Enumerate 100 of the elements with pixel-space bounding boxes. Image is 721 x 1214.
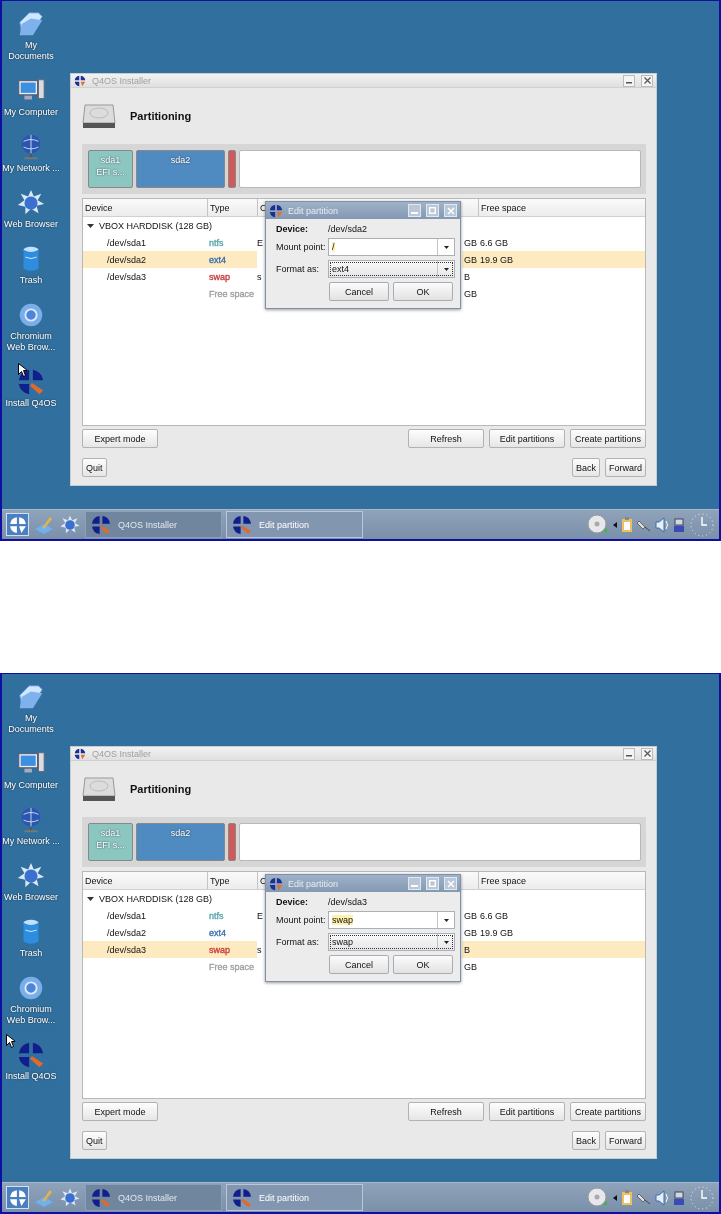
- minimize-icon: [411, 885, 418, 887]
- icon-label[interactable]: Install Q4OS: [2, 1071, 60, 1082]
- table-cell-text: E: [257, 236, 263, 250]
- logo-icon: [269, 203, 283, 218]
- icon-label[interactable]: Trash: [2, 275, 60, 286]
- logo-icon[interactable]: [16, 367, 46, 397]
- column-header[interactable]: Device: [83, 199, 207, 216]
- action-button[interactable]: Create partitions: [569, 429, 646, 448]
- column-header[interactable]: Free space: [478, 872, 645, 889]
- tray-arrow-icon[interactable]: [613, 1194, 617, 1201]
- speaker-icon[interactable]: [655, 516, 669, 533]
- icon-label[interactable]: Install Q4OS: [2, 398, 60, 409]
- close-icon: [643, 750, 651, 757]
- action-button[interactable]: Refresh: [407, 429, 484, 448]
- dialog-button[interactable]: OK: [393, 282, 453, 301]
- field-label: Mount point:: [276, 242, 327, 252]
- nav-button[interactable]: Forward: [605, 458, 646, 477]
- minimize-button[interactable]: [623, 747, 635, 760]
- action-button[interactable]: Refresh: [407, 1102, 484, 1121]
- close-button[interactable]: [641, 747, 653, 760]
- clipboard-icon[interactable]: [621, 516, 633, 533]
- page-heading: Partitioning: [130, 783, 192, 795]
- device-cell[interactable]: /dev/sda1: [83, 234, 207, 251]
- format-combo[interactable]: ext4: [328, 260, 455, 278]
- nav-button[interactable]: Back: [571, 1131, 600, 1150]
- dropdown-arrow-icon: [442, 939, 450, 945]
- icon-label[interactable]: My Computer: [2, 107, 60, 118]
- start-button[interactable]: [6, 513, 29, 536]
- icon-label[interactable]: Trash: [2, 948, 60, 959]
- clipboard-icon[interactable]: [621, 1189, 633, 1206]
- action-button[interactable]: Create partitions: [569, 1102, 646, 1121]
- expand-arrow-icon[interactable]: [87, 222, 94, 229]
- expand-arrow-icon[interactable]: [87, 895, 94, 902]
- disk-label[interactable]: VBOX HARDDISK (128 GB): [99, 220, 213, 231]
- clock-icon[interactable]: [689, 511, 715, 538]
- logo-icon: [8, 1188, 27, 1207]
- quit-button[interactable]: Quit: [82, 1131, 107, 1150]
- mount-point-combo[interactable]: /: [328, 238, 455, 256]
- table-cell-text: 19.9 GB: [479, 926, 515, 940]
- table-cell-text: ext4: [208, 926, 227, 940]
- table-cell-text: ntfs: [208, 909, 225, 923]
- maximize-icon: [429, 207, 436, 214]
- icon-label[interactable]: My Documents: [2, 40, 60, 62]
- column-header[interactable]: Free space: [478, 199, 645, 216]
- partition-label: EFI s...: [96, 839, 125, 851]
- device-cell[interactable]: /dev/sda2: [83, 251, 207, 268]
- nav-button[interactable]: Forward: [605, 1131, 646, 1150]
- expert-mode-button[interactable]: Expert mode: [82, 1102, 158, 1121]
- dialog-button[interactable]: Cancel: [329, 955, 389, 974]
- format-combo[interactable]: swap: [328, 933, 455, 951]
- column-header[interactable]: Type: [207, 872, 257, 889]
- network-icon[interactable]: [673, 516, 685, 533]
- action-button[interactable]: Edit partitions: [488, 1102, 565, 1121]
- clock-icon[interactable]: [689, 1184, 715, 1211]
- close-icon: [446, 879, 455, 888]
- device-cell[interactable]: /dev/sda3: [83, 941, 207, 958]
- partition-segment[interactable]: sda2: [136, 150, 225, 188]
- mount-point-combo[interactable]: swap: [328, 911, 455, 929]
- column-header[interactable]: Type: [207, 199, 257, 216]
- logo-icon: [90, 513, 112, 536]
- quit-button[interactable]: Quit: [82, 458, 107, 477]
- table-cell-text: GB: [463, 960, 478, 974]
- icon-label[interactable]: Web Browser: [2, 892, 60, 903]
- dialog-button[interactable]: OK: [393, 955, 453, 974]
- table-cell-text: swap: [208, 270, 231, 284]
- dropdown-arrow-icon: [442, 244, 450, 250]
- logo-icon: [269, 876, 283, 891]
- icon-label[interactable]: My Documents: [2, 713, 60, 735]
- icon-label[interactable]: My Computer: [2, 780, 60, 791]
- icon-label[interactable]: My Network ...: [2, 836, 60, 847]
- device-cell[interactable]: /dev/sda2: [83, 924, 207, 941]
- logo-icon: [231, 513, 253, 536]
- icon-label[interactable]: Chromium Web Brow...: [2, 1004, 60, 1026]
- close-button[interactable]: [641, 74, 653, 87]
- start-button[interactable]: [6, 1186, 29, 1209]
- action-button[interactable]: Edit partitions: [488, 429, 565, 448]
- icon-label[interactable]: Chromium Web Brow...: [2, 331, 60, 353]
- device-value: /dev/sda2: [328, 224, 369, 234]
- minimize-button[interactable]: [623, 74, 635, 87]
- nav-button[interactable]: Back: [571, 458, 600, 477]
- maximize-icon: [429, 880, 436, 887]
- table-cell-text: GB: [463, 287, 478, 301]
- window-title: Q4OS Installer: [92, 748, 153, 759]
- table-cell-text: ntfs: [208, 236, 225, 250]
- device-cell[interactable]: /dev/sda1: [83, 907, 207, 924]
- device-value: /dev/sda3: [328, 897, 369, 907]
- network-icon[interactable]: [673, 1189, 685, 1206]
- icon-label[interactable]: Web Browser: [2, 219, 60, 230]
- icon-label[interactable]: My Network ...: [2, 163, 60, 174]
- speaker-icon[interactable]: [655, 1189, 669, 1206]
- expert-mode-button[interactable]: Expert mode: [82, 429, 158, 448]
- device-cell[interactable]: /dev/sda3: [83, 268, 207, 285]
- minimize-icon: [626, 82, 632, 84]
- table-cell-text: Free space: [208, 960, 256, 974]
- mouse-cursor-icon: [18, 363, 27, 377]
- column-header[interactable]: Device: [83, 872, 207, 889]
- disk-label[interactable]: VBOX HARDDISK (128 GB): [99, 893, 213, 904]
- tray-arrow-icon[interactable]: [613, 521, 617, 528]
- partition-segment[interactable]: sda2: [136, 823, 225, 861]
- dialog-button[interactable]: Cancel: [329, 282, 389, 301]
